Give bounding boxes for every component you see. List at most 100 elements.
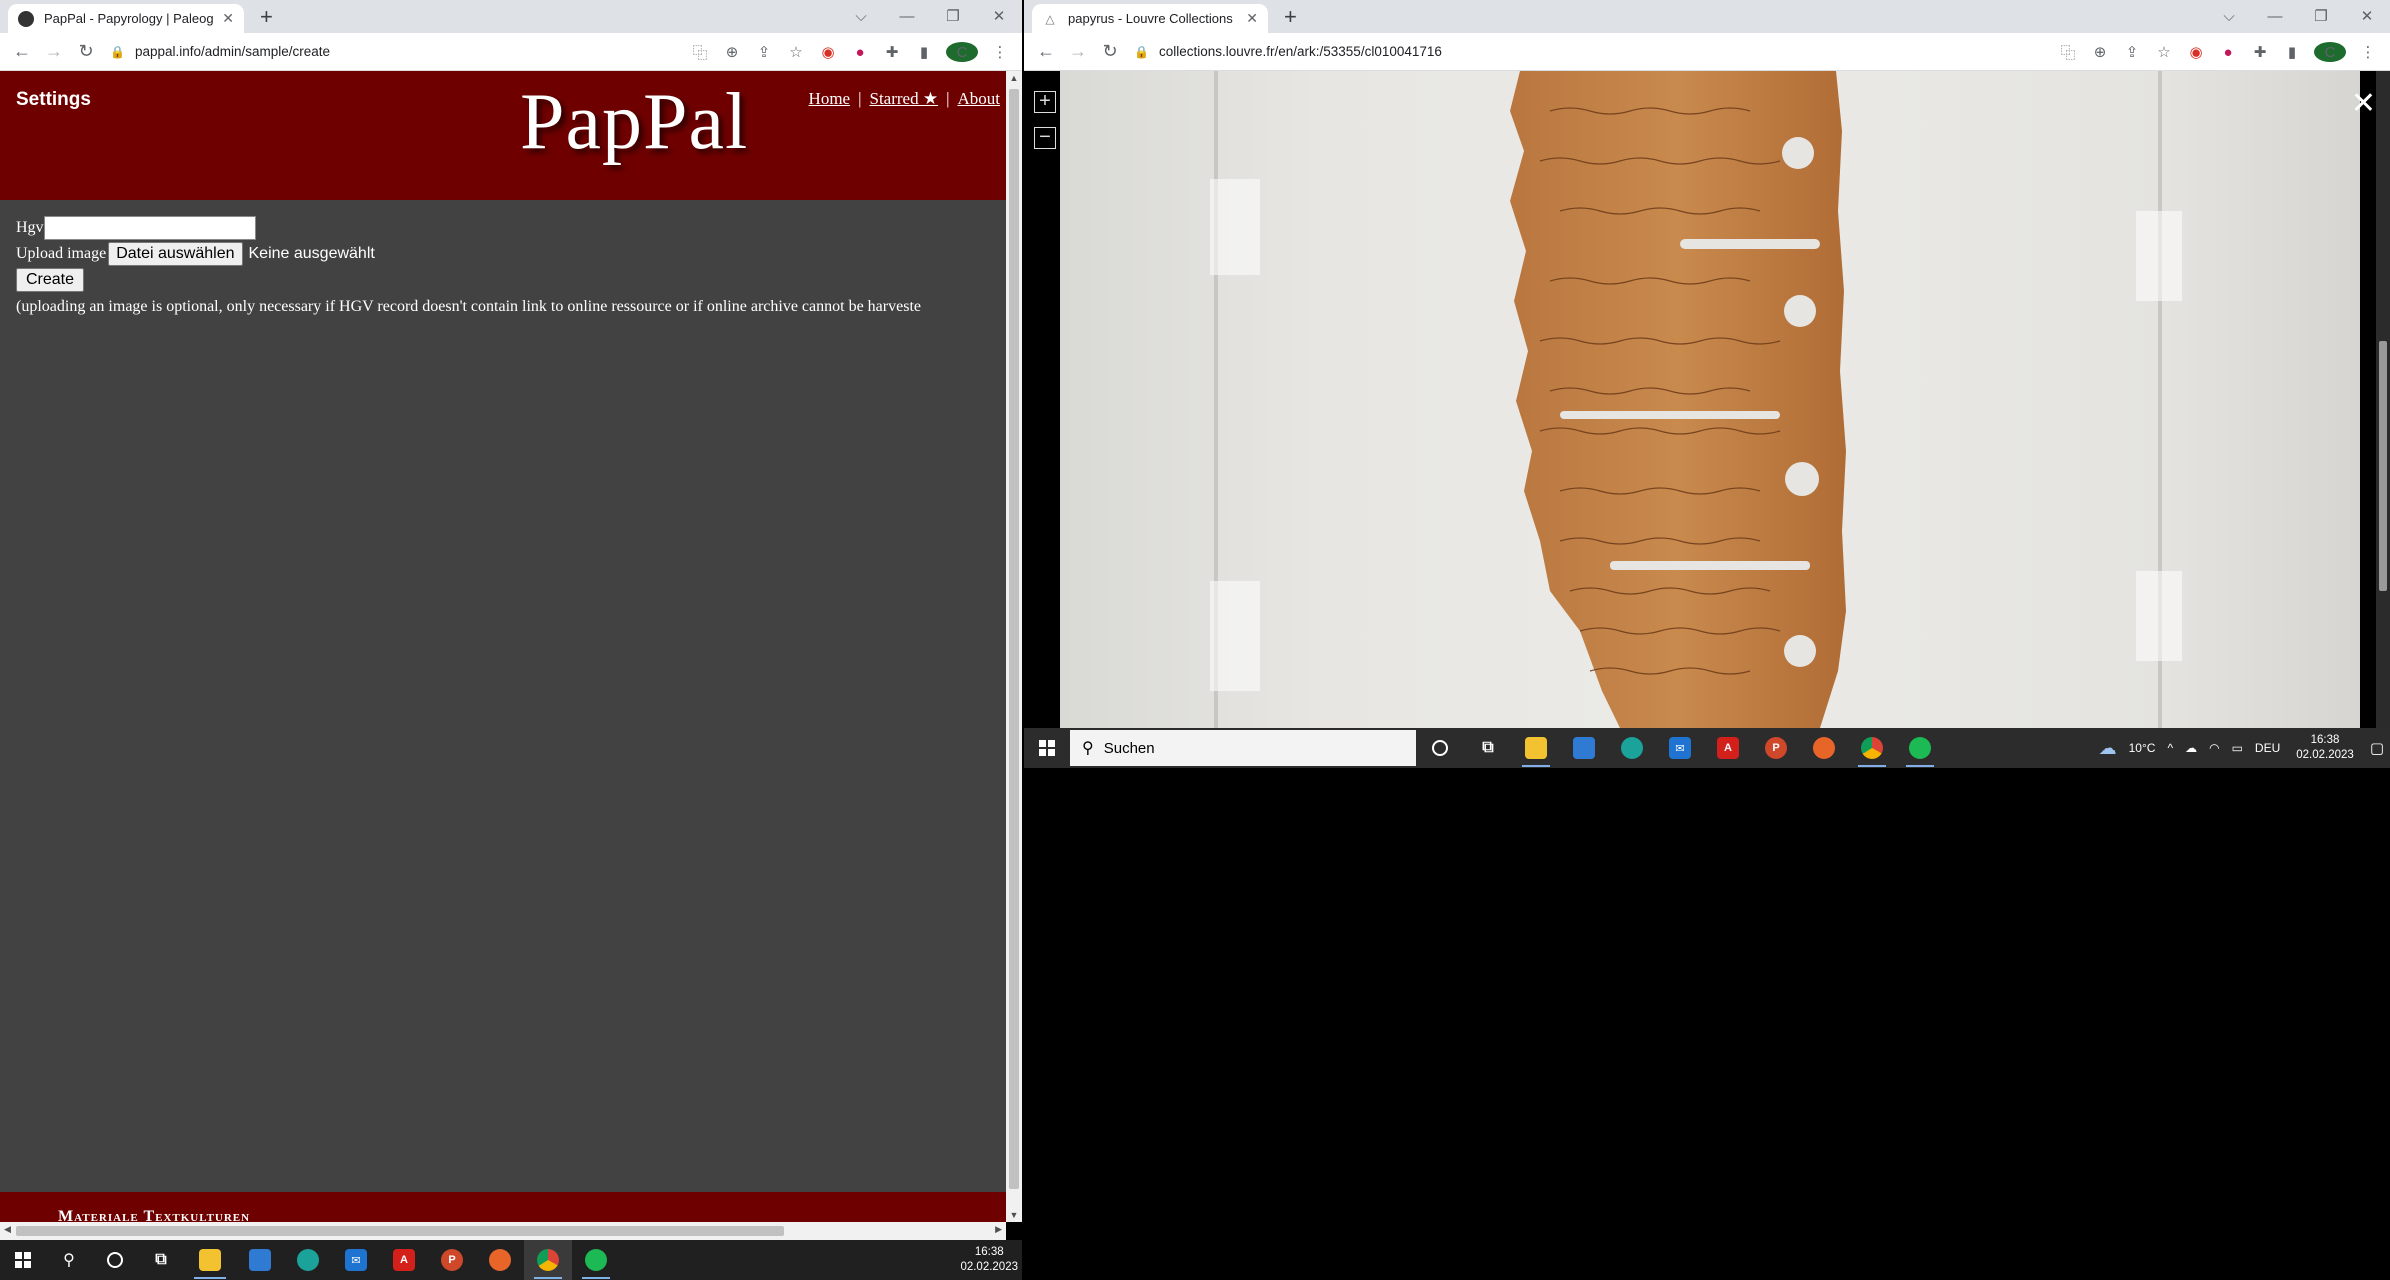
horizontal-scrollbar[interactable]: ◀ ▶ bbox=[0, 1222, 1006, 1240]
notification-icon[interactable]: ▢ bbox=[2370, 739, 2384, 757]
network-icon[interactable]: ◠ bbox=[2209, 741, 2219, 755]
zoom-icon[interactable]: ⊕ bbox=[716, 43, 748, 61]
address-bar[interactable]: 🔒 pappal.info/admin/sample/create bbox=[110, 44, 330, 59]
close-tab-icon[interactable]: ✕ bbox=[222, 10, 234, 27]
scrollbar-thumb[interactable] bbox=[1009, 89, 1019, 1189]
extension-pink-icon[interactable]: ● bbox=[844, 44, 876, 61]
close-viewer-button[interactable]: ✕ bbox=[2351, 89, 2376, 119]
tab-search-chevron-icon[interactable]: ⌵ bbox=[838, 3, 884, 29]
menu-dots-icon[interactable]: ⋮ bbox=[984, 43, 1016, 61]
extension-red-icon[interactable]: ◉ bbox=[812, 43, 844, 61]
taskbar-spotify[interactable] bbox=[572, 1240, 620, 1280]
taskbar-edge[interactable] bbox=[284, 1240, 332, 1280]
taskbar-mail[interactable]: ✉ bbox=[332, 1240, 380, 1280]
hgv-input[interactable] bbox=[43, 216, 256, 240]
translate-icon[interactable]: ⿻ bbox=[684, 42, 716, 63]
back-arrow-icon[interactable]: ← bbox=[6, 41, 38, 62]
new-tab-icon[interactable]: + bbox=[1284, 6, 1297, 28]
side-panel-icon[interactable]: ▮ bbox=[2276, 43, 2308, 61]
profile-avatar[interactable]: C bbox=[946, 42, 978, 62]
task-view-button[interactable]: ⧉ bbox=[1464, 728, 1512, 768]
share-icon[interactable]: ⇪ bbox=[748, 43, 780, 61]
clock[interactable]: 16:38 02.02.2023 bbox=[960, 1245, 1018, 1275]
taskbar-firefox[interactable] bbox=[476, 1240, 524, 1280]
zoom-icon[interactable]: ⊕ bbox=[2084, 43, 2116, 61]
taskbar-chrome[interactable] bbox=[524, 1240, 572, 1280]
extension-red-icon[interactable]: ◉ bbox=[2180, 43, 2212, 61]
close-window-icon[interactable]: ✕ bbox=[2344, 3, 2390, 29]
scroll-down-icon[interactable]: ▼ bbox=[1006, 1210, 1022, 1220]
taskbar-edge[interactable] bbox=[1608, 728, 1656, 768]
cortana-button[interactable] bbox=[1416, 728, 1464, 768]
cortana-button[interactable] bbox=[92, 1240, 138, 1280]
taskbar-explorer[interactable] bbox=[184, 1240, 236, 1280]
pappal-logo[interactable]: PapPal bbox=[520, 77, 748, 168]
forward-arrow-icon[interactable]: → bbox=[38, 41, 70, 62]
minimize-icon[interactable]: — bbox=[2252, 3, 2298, 29]
zoom-out-button[interactable]: − bbox=[1034, 127, 1056, 149]
choose-file-button[interactable]: Datei auswählen bbox=[108, 242, 243, 266]
reload-icon[interactable]: ↻ bbox=[1094, 41, 1126, 62]
weather-temp[interactable]: 10°C bbox=[2129, 741, 2156, 755]
scroll-up-icon[interactable]: ▲ bbox=[1006, 73, 1022, 83]
profile-avatar[interactable]: C bbox=[2314, 42, 2346, 62]
scroll-left-icon[interactable]: ◀ bbox=[4, 1224, 11, 1235]
onedrive-icon[interactable]: ☁ bbox=[2185, 741, 2197, 755]
forward-arrow-icon[interactable]: → bbox=[1062, 41, 1094, 62]
settings-link[interactable]: Settings bbox=[16, 89, 91, 111]
battery-icon[interactable]: ▭ bbox=[2232, 741, 2243, 755]
extensions-puzzle-icon[interactable]: ✚ bbox=[876, 43, 908, 61]
viewer-scrollbar-thumb[interactable] bbox=[2379, 341, 2387, 591]
taskbar-spotify[interactable] bbox=[1896, 728, 1944, 768]
search-button[interactable]: ⚲ bbox=[46, 1240, 92, 1280]
start-button[interactable] bbox=[1024, 728, 1070, 768]
taskbar-acrobat[interactable]: A bbox=[380, 1240, 428, 1280]
close-window-icon[interactable]: ✕ bbox=[976, 3, 1022, 29]
taskbar-store[interactable] bbox=[236, 1240, 284, 1280]
hscroll-thumb[interactable] bbox=[16, 1226, 784, 1236]
taskbar-firefox[interactable] bbox=[1800, 728, 1848, 768]
bookmark-star-icon[interactable]: ☆ bbox=[2148, 43, 2180, 61]
taskbar-store[interactable] bbox=[1560, 728, 1608, 768]
menu-dots-icon[interactable]: ⋮ bbox=[2352, 43, 2384, 61]
extensions-puzzle-icon[interactable]: ✚ bbox=[2244, 43, 2276, 61]
share-icon[interactable]: ⇪ bbox=[2116, 43, 2148, 61]
taskbar-mail[interactable]: ✉ bbox=[1656, 728, 1704, 768]
nav-about-link[interactable]: About bbox=[958, 89, 1001, 108]
reload-icon[interactable]: ↻ bbox=[70, 41, 102, 62]
translate-icon[interactable]: ⿻ bbox=[2052, 42, 2084, 63]
restore-icon[interactable]: ❐ bbox=[930, 3, 976, 29]
side-panel-icon[interactable]: ▮ bbox=[908, 43, 940, 61]
zoom-in-button[interactable]: + bbox=[1034, 91, 1056, 113]
papyrus-photo[interactable] bbox=[1060, 71, 2360, 728]
tab-louvre[interactable]: △ papyrus - Louvre Collections ✕ bbox=[1032, 4, 1268, 33]
extension-pink-icon[interactable]: ● bbox=[2212, 44, 2244, 61]
taskbar-explorer[interactable] bbox=[1512, 728, 1560, 768]
taskbar-acrobat[interactable]: A bbox=[1704, 728, 1752, 768]
bookmark-star-icon[interactable]: ☆ bbox=[780, 43, 812, 61]
language-indicator[interactable]: DEU bbox=[2255, 741, 2280, 755]
nav-starred-link[interactable]: Starred ★ bbox=[870, 89, 939, 108]
taskbar-powerpoint[interactable]: P bbox=[1752, 728, 1800, 768]
taskbar-chrome[interactable] bbox=[1848, 728, 1896, 768]
nav-home-link[interactable]: Home bbox=[809, 89, 851, 108]
start-button[interactable] bbox=[0, 1240, 46, 1280]
weather-cloud-icon[interactable]: ☁ bbox=[2099, 738, 2117, 759]
address-bar[interactable]: 🔒 collections.louvre.fr/en/ark:/53355/cl… bbox=[1134, 44, 1442, 59]
back-arrow-icon[interactable]: ← bbox=[1030, 41, 1062, 62]
tab-search-chevron-icon[interactable]: ⌵ bbox=[2206, 3, 2252, 29]
task-view-button[interactable]: ⧉ bbox=[138, 1240, 184, 1280]
tab-pappal[interactable]: PapPal - Papyrology | Paleograph ✕ bbox=[8, 4, 244, 33]
tray-chevron-icon[interactable]: ^ bbox=[2167, 741, 2173, 755]
restore-icon[interactable]: ❐ bbox=[2298, 3, 2344, 29]
taskbar-search[interactable]: ⚲ Suchen bbox=[1070, 730, 1416, 766]
scroll-right-icon[interactable]: ▶ bbox=[995, 1224, 1002, 1235]
vertical-scrollbar[interactable]: ▲ ▼ bbox=[1006, 71, 1022, 1222]
create-button[interactable]: Create bbox=[16, 268, 85, 292]
clock[interactable]: 16:38 02.02.2023 bbox=[2296, 733, 2354, 763]
new-tab-icon[interactable]: + bbox=[260, 6, 273, 28]
minimize-icon[interactable]: — bbox=[884, 3, 930, 29]
viewer-scrollbar[interactable] bbox=[2376, 71, 2390, 728]
taskbar-powerpoint[interactable]: P bbox=[428, 1240, 476, 1280]
close-tab-icon[interactable]: ✕ bbox=[1246, 10, 1258, 27]
